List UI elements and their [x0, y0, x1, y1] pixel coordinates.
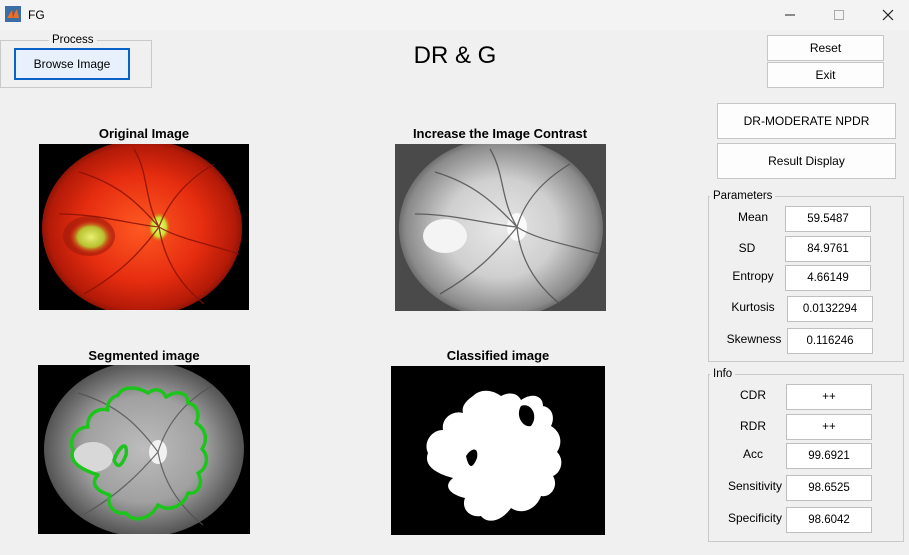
cdr-label: CDR [740, 388, 766, 402]
contrast-enhanced-image [395, 144, 606, 311]
sensitivity-field[interactable]: 98.6525 [786, 475, 872, 501]
acc-label: Acc [742, 447, 763, 461]
title-bar: FG [0, 0, 909, 30]
close-icon [882, 9, 894, 21]
entropy-field[interactable]: 4.66149 [785, 265, 871, 291]
segmented-image-title: Segmented image [88, 348, 200, 363]
minimize-icon [785, 14, 795, 16]
result-display-button[interactable]: Result Display [717, 143, 896, 179]
minimize-button[interactable] [772, 4, 808, 26]
kurtosis-label: Kurtosis [731, 300, 775, 314]
app-title: DR & G [413, 42, 497, 69]
info-legend: Info [710, 368, 736, 380]
mean-field[interactable]: 59.5487 [785, 206, 871, 232]
parameters-legend: Parameters [710, 190, 776, 202]
process-legend: Process [49, 34, 97, 46]
skewness-label: Skewness [726, 332, 782, 346]
close-button[interactable] [870, 4, 906, 26]
cdr-field[interactable]: ++ [786, 384, 872, 410]
browse-image-button[interactable]: Browse Image [14, 48, 130, 80]
rdr-label: RDR [740, 419, 766, 433]
acc-field[interactable]: 99.6921 [786, 443, 872, 469]
segmented-image [38, 365, 250, 534]
classified-image [391, 366, 605, 535]
original-image-title: Original Image [98, 126, 190, 141]
maximize-icon [834, 10, 844, 20]
sd-label: SD [738, 241, 756, 255]
diagnosis-result-field: DR-MODERATE NPDR [717, 103, 896, 139]
kurtosis-field[interactable]: 0.0132294 [787, 296, 873, 322]
classified-image-title: Classified image [446, 348, 550, 363]
exit-button[interactable]: Exit [767, 62, 884, 88]
rdr-field[interactable]: ++ [786, 414, 872, 440]
contrast-image-title: Increase the Image Contrast [412, 126, 588, 141]
reset-button[interactable]: Reset [767, 35, 884, 61]
matlab-icon [5, 6, 21, 22]
sd-field[interactable]: 84.9761 [785, 236, 871, 262]
skewness-field[interactable]: 0.116246 [787, 328, 873, 354]
maximize-button[interactable] [821, 4, 857, 26]
specificity-field[interactable]: 98.6042 [786, 507, 872, 533]
original-fundus-image [39, 144, 249, 310]
window-title: FG [28, 8, 45, 22]
